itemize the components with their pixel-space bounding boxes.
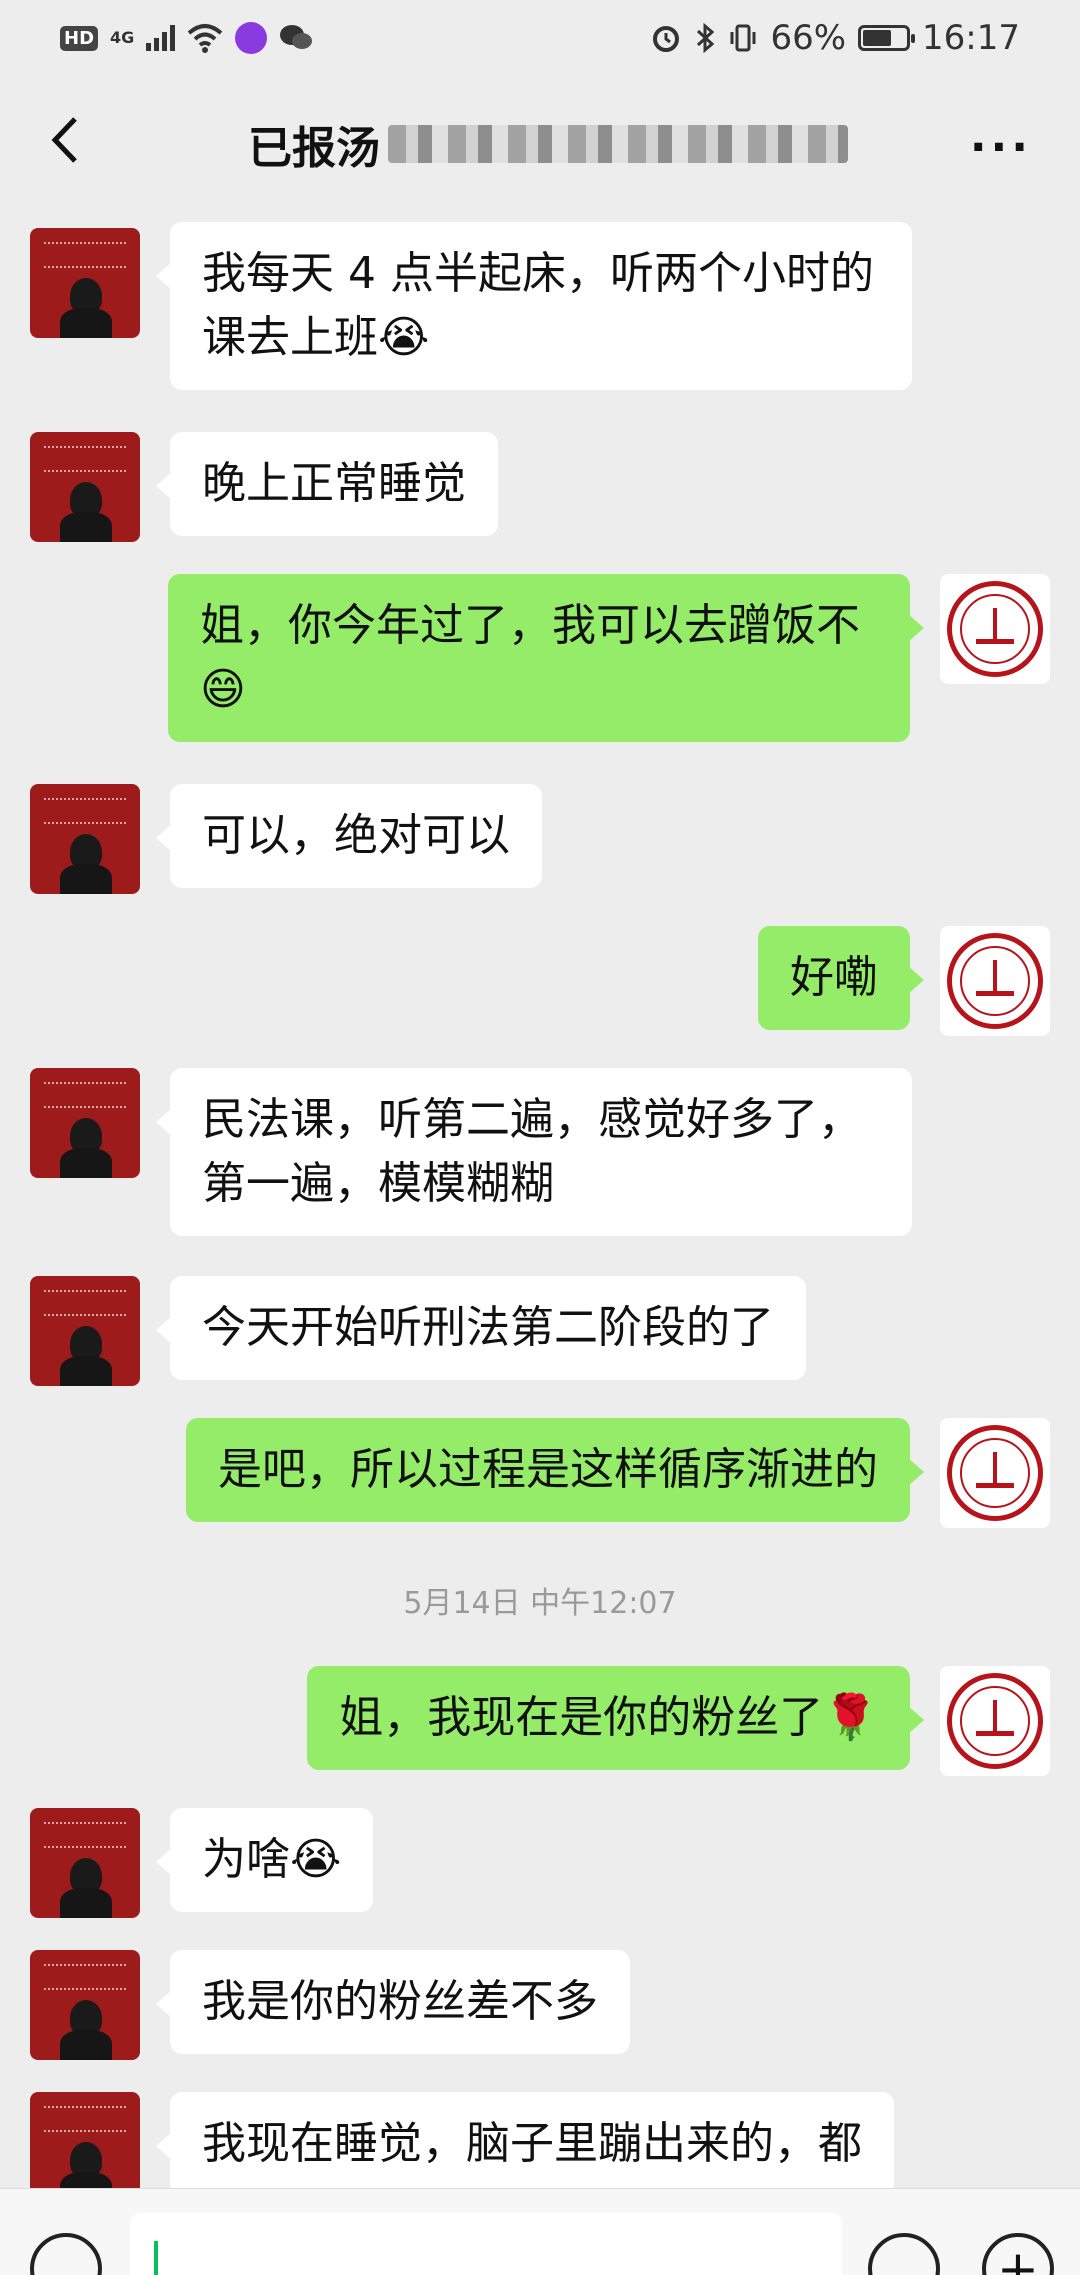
message-bubble-sent[interactable]: 好嘞	[758, 926, 924, 1030]
chat-title-text: 已报汤	[248, 123, 380, 174]
contact-avatar[interactable]	[30, 1276, 140, 1386]
message-row: 民法课，听第二遍，感觉好多了，第一遍，模模糊糊	[0, 1068, 1080, 1248]
contact-avatar[interactable]	[30, 1068, 140, 1178]
network-type: 4G	[110, 28, 135, 47]
my-avatar[interactable]	[940, 574, 1050, 684]
chat-title: 已报汤	[248, 112, 848, 176]
vibrate-icon	[730, 24, 756, 52]
status-right: 66% 16:17	[650, 18, 1020, 58]
redacted-name	[388, 125, 848, 163]
more-button[interactable]: ···	[970, 122, 1032, 173]
voice-button[interactable]	[30, 2233, 102, 2275]
message-timestamp: 5月14日 中午12:07	[403, 1586, 677, 1621]
message-row: 是吧，所以过程是这样循序渐进的	[0, 1418, 1080, 1528]
status-bar: HD 4G 66% 16:17	[0, 0, 1080, 76]
message-row: 今天开始听刑法第二阶段的了	[0, 1276, 1080, 1386]
my-avatar[interactable]	[940, 1418, 1050, 1528]
message-bubble-received[interactable]: 为啥😭	[155, 1808, 374, 1912]
message-bubble-received[interactable]: 今天开始听刑法第二阶段的了	[156, 1276, 806, 1380]
message-bubble-received[interactable]: 我现在睡觉，脑子里蹦出来的，都	[156, 2092, 894, 2188]
contact-avatar[interactable]	[30, 1808, 140, 1918]
university-seal-logo	[947, 1673, 1043, 1769]
chat-header: 已报汤 ···	[0, 76, 1080, 204]
contact-avatar[interactable]	[30, 228, 140, 338]
status-left: HD 4G	[60, 22, 313, 54]
message-bubble-received[interactable]: 民法课，听第二遍，感觉好多了，第一遍，模模糊糊	[156, 1068, 912, 1236]
message-input[interactable]	[130, 2213, 842, 2275]
message-row: 姐，我现在是你的粉丝了🌹	[0, 1666, 1080, 1776]
message-bubble-sent[interactable]: 姐，我现在是你的粉丝了🌹	[307, 1666, 924, 1770]
plus-icon: +	[997, 2240, 1039, 2275]
message-row: 可以，绝对可以	[0, 784, 1080, 894]
message-row: 晚上正常睡觉	[0, 432, 1080, 542]
message-row: 我是你的粉丝差不多	[0, 1950, 1080, 2060]
plus-button[interactable]: +	[982, 2233, 1054, 2275]
contact-avatar[interactable]	[30, 1950, 140, 2060]
message-row: 姐，你今年过了，我可以去蹭饭不😄	[0, 574, 1080, 754]
alarm-icon	[653, 26, 680, 52]
bluetooth-icon	[697, 22, 715, 54]
university-seal-logo	[947, 933, 1043, 1029]
message-row: 好嘞	[0, 926, 1080, 1036]
my-avatar[interactable]	[940, 926, 1050, 1036]
back-button[interactable]	[36, 112, 92, 168]
signal-icon	[146, 25, 176, 51]
message-bubble-sent[interactable]: 姐，你今年过了，我可以去蹭饭不😄	[168, 574, 924, 742]
contact-avatar[interactable]	[30, 2092, 140, 2188]
message-row: 我现在睡觉，脑子里蹦出来的，都	[0, 2092, 1080, 2188]
more-icon: ···	[969, 122, 1032, 173]
hd-badge: HD	[60, 25, 99, 51]
battery-icon	[858, 25, 916, 51]
wifi-icon	[187, 24, 223, 53]
contact-avatar[interactable]	[30, 784, 140, 894]
message-bubble-received[interactable]: 我每天 4 点半起床，听两个小时的课去上班😭	[156, 222, 912, 390]
chevron-left-icon	[51, 117, 77, 163]
message-bubble-received[interactable]: 晚上正常睡觉	[156, 432, 498, 536]
text-caret	[154, 2241, 158, 2275]
app-notification-icon	[235, 22, 268, 54]
message-bubble-received[interactable]: 我是你的粉丝差不多	[156, 1950, 630, 2054]
message-row: 我每天 4 点半起床，听两个小时的课去上班😭	[0, 222, 1080, 402]
university-seal-logo	[947, 581, 1043, 677]
wechat-icon	[280, 25, 313, 49]
input-bar: +	[0, 2188, 1080, 2275]
my-avatar[interactable]	[940, 1666, 1050, 1776]
contact-avatar[interactable]	[30, 432, 140, 542]
clock: 16:17	[922, 18, 1020, 58]
message-row: 为啥😭	[0, 1808, 1080, 1918]
university-seal-logo	[947, 1425, 1043, 1521]
message-bubble-sent[interactable]: 是吧，所以过程是这样循序渐进的	[186, 1418, 924, 1522]
emoji-button[interactable]	[868, 2233, 940, 2275]
battery-percent: 66%	[770, 18, 847, 58]
message-bubble-received[interactable]: 可以，绝对可以	[156, 784, 542, 888]
chat-area[interactable]: 我每天 4 点半起床，听两个小时的课去上班😭 晚上正常睡觉 姐，你今年过了，我可…	[0, 204, 1080, 2188]
